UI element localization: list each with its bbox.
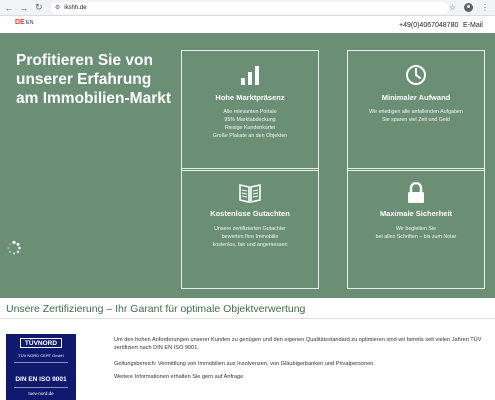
- badge-divider: [14, 362, 68, 363]
- back-icon[interactable]: ←: [3, 2, 15, 14]
- language-en-link[interactable]: EN: [26, 20, 34, 26]
- forward-icon[interactable]: →: [18, 2, 30, 14]
- section-divider: [0, 318, 495, 319]
- book-icon: [182, 182, 318, 204]
- feature-line: kostenlos, fair und angemessen: [212, 242, 288, 248]
- email-link[interactable]: E-Mail: [463, 22, 483, 29]
- phone-link[interactable]: +49(0)4067048780: [399, 22, 458, 29]
- language-de-link[interactable]: DE: [15, 19, 25, 26]
- address-bar[interactable]: ⚙ ikshh.de: [50, 1, 449, 14]
- tuv-cert-label: TÜV NORD CERT GmbH: [18, 353, 64, 358]
- hero-title: Profitieren Sie von unserer Erfahrung am…: [16, 52, 172, 107]
- reload-icon[interactable]: ↻: [33, 2, 45, 14]
- feature-card-sicherheit: Maximale Sicherheit Wir begleiten Sie be…: [347, 168, 485, 289]
- profile-icon[interactable]: [464, 3, 473, 12]
- feature-line: bei allen Schritten – bis zum Notar: [375, 234, 457, 240]
- feature-card-gutachten: Kostenlose Gutachten Unsere zertifiziert…: [181, 168, 319, 289]
- bar-chart-icon: [182, 64, 318, 86]
- loading-spinner-icon: [6, 240, 22, 256]
- site-info-icon[interactable]: ⚙: [55, 4, 60, 11]
- feature-title: Hohe Marktpräsenz: [215, 93, 285, 102]
- certification-paragraph: Um den hohen Anforderungen unserer Kunde…: [114, 337, 482, 351]
- tuv-certificate-badge[interactable]: TÜVNORD TÜV NORD CERT GmbH DIN EN ISO 90…: [6, 334, 76, 400]
- feature-line: Unsere zertifizierten Gutachter: [214, 226, 286, 232]
- menu-kebab-icon[interactable]: ⋮: [481, 3, 489, 12]
- certification-paragraph: Weitere Informationen erhalten Sie gern …: [114, 374, 245, 380]
- feature-line: Alle relevanten Portale: [223, 109, 277, 115]
- feature-title: Maximale Sicherheit: [379, 209, 453, 218]
- feature-title: Minimaler Aufwand: [381, 93, 451, 102]
- feature-line: Wir erledigen alle anfallenden Aufgaben: [369, 109, 463, 115]
- tuv-url: tuev-nord.de: [28, 391, 54, 396]
- tuv-logo: TÜVNORD: [20, 338, 62, 348]
- feature-line: 95% Marktabdeckung: [224, 117, 276, 123]
- tuv-standard: DIN EN ISO 9001: [15, 376, 67, 383]
- lock-icon: [348, 182, 484, 204]
- feature-line: Riesige Kundenkartei: [224, 125, 276, 131]
- url-text: ikshh.de: [64, 4, 87, 11]
- clock-icon: [348, 64, 484, 86]
- feature-card-aufwand: Minimaler Aufwand Wir erledigen alle anf…: [347, 50, 485, 171]
- feature-line: Wir begleiten Sie: [395, 226, 437, 232]
- hero-section: Profitieren Sie von unserer Erfahrung am…: [0, 33, 495, 298]
- browser-toolbar: ← → ↻ ⚙ ikshh.de ☆ ⋮: [0, 0, 495, 16]
- certification-paragraph: Geltungsbereich: Vermittlung von Immobil…: [114, 361, 375, 367]
- feature-line: Sie sparen viel Zeit und Geld: [381, 117, 450, 123]
- feature-line: bewerten Ihre Immobilie: [221, 234, 279, 240]
- certification-heading: Unsere Zertifizierung – Ihr Garant für o…: [6, 303, 306, 315]
- site-topbar: DE EN +49(0)4067048780 E-Mail: [0, 16, 495, 33]
- bookmark-star-icon[interactable]: ☆: [449, 3, 456, 12]
- feature-card-marktpraesenz: Hohe Marktpräsenz Alle relevanten Portal…: [181, 50, 319, 171]
- badge-divider: [14, 387, 68, 388]
- feature-title: Kostenlose Gutachten: [210, 209, 290, 218]
- feature-line: Große Plakate an den Objekten: [212, 133, 288, 139]
